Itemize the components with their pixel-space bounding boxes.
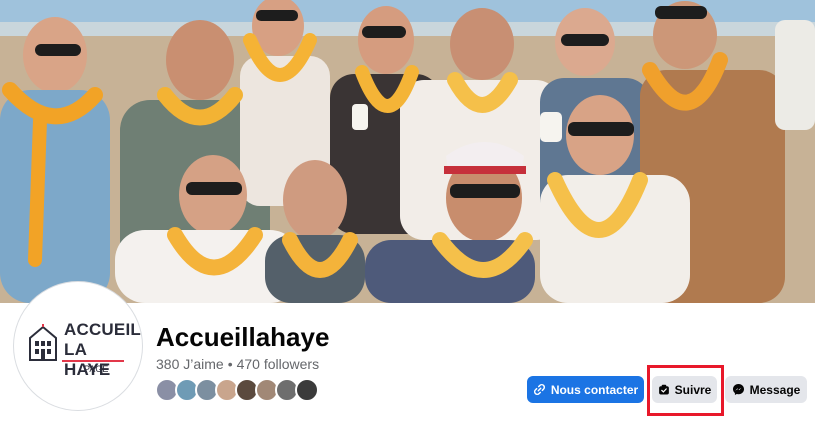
messenger-icon: [732, 383, 744, 396]
page-title[interactable]: Accueillahaye: [156, 322, 329, 353]
friend-avatars[interactable]: [155, 378, 319, 402]
logo-divider: [62, 360, 124, 362]
avatar[interactable]: [295, 378, 319, 402]
message-button[interactable]: Message: [725, 376, 807, 403]
follow-icon: [658, 384, 669, 394]
stats-separator: •: [227, 356, 233, 372]
contact-button[interactable]: Nous contacter: [527, 376, 644, 403]
profile-picture[interactable]: ACCUEIL LA HAYE PAGE: [14, 282, 142, 410]
link-icon: [533, 383, 545, 396]
follow-button[interactable]: Suivre: [652, 376, 717, 403]
likes-count[interactable]: 380 J’aime: [156, 356, 224, 372]
contact-button-label: Nous contacter: [550, 382, 639, 397]
message-button-label: Message: [749, 382, 801, 397]
cover-photo-illustration: [0, 0, 815, 303]
follow-button-label: Suivre: [674, 382, 712, 397]
building-icon: [29, 324, 57, 361]
page-logo: ACCUEIL LA HAYE PAGE: [28, 316, 141, 379]
cover-photo[interactable]: [0, 0, 815, 303]
followers-count[interactable]: 470 followers: [237, 356, 320, 372]
logo-subtitle: PAGE: [84, 364, 109, 374]
logo-line-1: ACCUEIL: [64, 320, 141, 339]
page-stats: 380 J’aime • 470 followers: [156, 356, 319, 372]
